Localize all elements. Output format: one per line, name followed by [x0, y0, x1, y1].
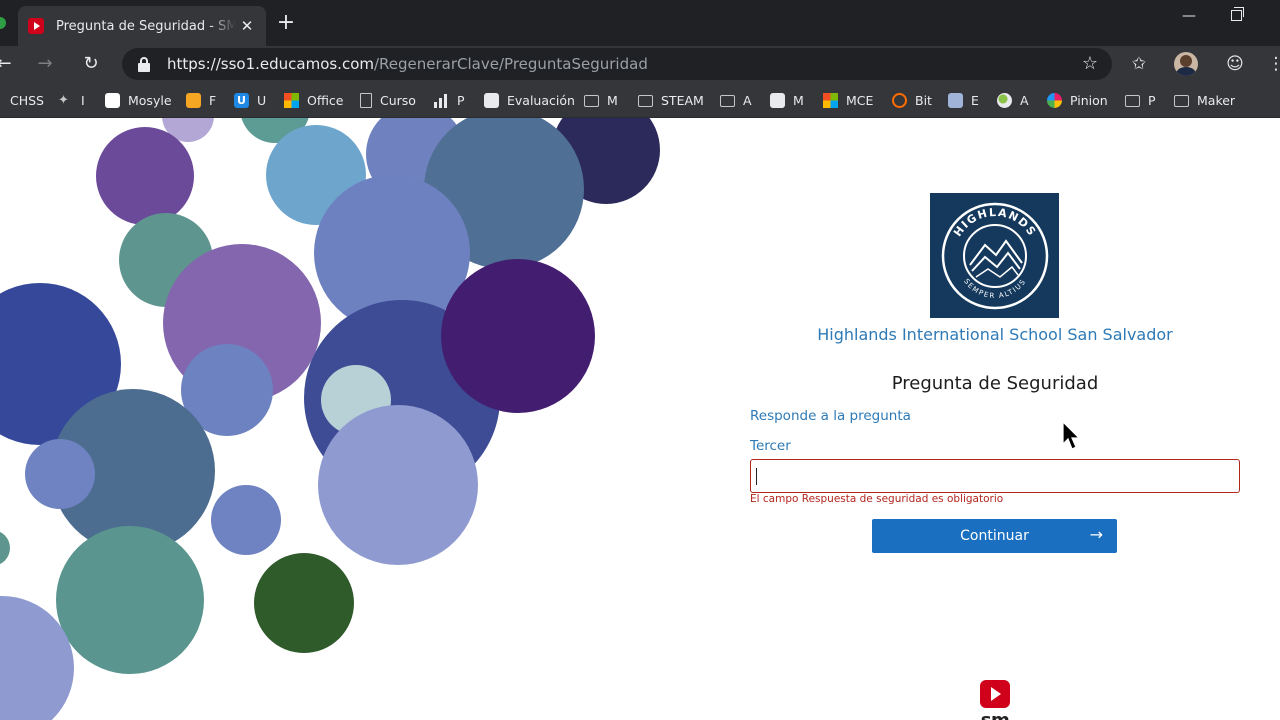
e-app-icon	[948, 92, 963, 108]
u-app-icon: U	[234, 92, 249, 108]
continue-button[interactable]: Continuar →	[872, 519, 1117, 553]
reload-icon[interactable]: ↻	[77, 50, 105, 78]
globe-icon	[997, 92, 1012, 108]
highlands-seal-icon: HIGHLANDS SEMPER ALTIUS	[941, 202, 1049, 310]
bookmark-u[interactable]: UU	[234, 91, 266, 109]
m-app-icon	[770, 92, 785, 108]
bookmark-curso[interactable]: Curso	[360, 91, 416, 109]
bookmark-folder-m[interactable]: M	[584, 91, 618, 109]
evaluation-icon	[484, 92, 499, 108]
bookmark-pinion[interactable]: Pinion	[1047, 91, 1108, 109]
page-title: Pregunta de Seguridad	[891, 373, 1099, 394]
favorites-list-icon[interactable]: ✩	[1125, 50, 1153, 78]
bookmark-folder-steam[interactable]: STEAM	[638, 91, 704, 109]
address-url[interactable]: https://sso1.educamos.com/RegenerarClave…	[167, 55, 648, 73]
decorative-bubbles-illustration	[0, 118, 660, 720]
pinion-icon	[1047, 92, 1062, 108]
question-prompt: Responde a la pregunta	[750, 408, 911, 424]
back-arrow-icon[interactable]: ←	[0, 50, 18, 78]
bookmark-mosyle[interactable]: Mosyle	[105, 91, 172, 109]
folder-icon	[584, 95, 599, 107]
lock-icon[interactable]	[138, 57, 150, 72]
folder-icon	[1125, 95, 1140, 107]
bookmark-folder-a[interactable]: A	[720, 91, 752, 109]
folder-icon	[638, 95, 653, 107]
school-name: Highlands International School San Salva…	[817, 325, 1173, 344]
browser-tab-bar: Pregunta de Seguridad - SM Educamos ✕ + …	[0, 0, 1280, 46]
svg-text:HIGHLANDS: HIGHLANDS	[951, 206, 1039, 239]
bookmark-folder-p[interactable]: P	[1125, 91, 1156, 109]
tab-close-icon[interactable]: ✕	[238, 17, 256, 35]
more-menu-icon[interactable]: ⋮	[1262, 50, 1280, 78]
sm-educamos-logo-icon	[980, 680, 1010, 708]
security-answer-input[interactable]	[750, 459, 1240, 493]
shield-icon: ✦	[58, 92, 69, 108]
bar-chart-icon	[434, 93, 449, 108]
text-caret	[756, 468, 757, 485]
arrow-right-icon: →	[1089, 525, 1103, 544]
mosyle-icon	[105, 92, 120, 108]
restore-window-icon[interactable]	[1231, 7, 1244, 21]
bookmark-f[interactable]: F	[186, 91, 216, 109]
continue-button-label: Continuar	[960, 528, 1029, 544]
bookmark-star-icon[interactable]: ☆	[1082, 53, 1098, 74]
minimize-window-icon[interactable]: —	[1182, 8, 1196, 24]
bookmark-e[interactable]: E	[948, 91, 979, 109]
forward-arrow-icon[interactable]: →	[31, 50, 59, 78]
sm-educamos-brand: sm educamos	[930, 710, 1060, 720]
svg-text:SEMPER ALTIUS: SEMPER ALTIUS	[962, 277, 1028, 300]
mouse-pointer-icon	[1062, 421, 1081, 450]
bookmark-p[interactable]: P	[434, 91, 465, 109]
validation-error: El campo Respuesta de seguridad es oblig…	[750, 493, 1004, 505]
bookmark-chss[interactable]: CHSS	[10, 91, 44, 109]
bookmark-folder-maker[interactable]: Maker	[1174, 91, 1235, 109]
browser-toolbar: ← → ↻ https://sso1.educamos.com/Regenera…	[0, 46, 1280, 82]
tab-title: Pregunta de Seguridad - SM Educamos	[56, 18, 236, 34]
feedback-smiley-icon[interactable]: ☺	[1221, 50, 1249, 78]
active-tab[interactable]: Pregunta de Seguridad - SM Educamos ✕	[18, 6, 266, 46]
page-content: HIGHLANDS SEMPER ALTIUS Highlands Intern…	[0, 118, 1280, 720]
address-bar[interactable]: https://sso1.educamos.com/RegenerarClave…	[122, 48, 1112, 80]
sm-educamos-favicon-icon	[28, 18, 44, 34]
microsoft-icon	[823, 92, 838, 108]
school-logo: HIGHLANDS SEMPER ALTIUS	[930, 193, 1059, 318]
new-tab-button[interactable]: +	[274, 10, 298, 35]
window-indicator-icon	[0, 17, 6, 29]
f-app-icon	[186, 92, 201, 108]
document-icon	[360, 92, 372, 108]
security-question-label: Tercer	[750, 438, 791, 454]
bookmark-bit[interactable]: Bit	[892, 91, 932, 109]
folder-icon	[1174, 95, 1189, 107]
bookmark-evaluacion[interactable]: Evaluación	[484, 91, 575, 109]
bookmark-a[interactable]: A	[997, 91, 1029, 109]
bookmark-office[interactable]: Office	[284, 91, 344, 109]
profile-avatar[interactable]	[1174, 52, 1198, 76]
bookmark-m[interactable]: M	[770, 91, 804, 109]
office-icon	[284, 92, 299, 108]
bookmark-mce[interactable]: MCE	[823, 91, 873, 109]
bookmark-i[interactable]: ✦ I	[58, 91, 85, 109]
bookmarks-bar: CHSS ✦ I Mosyle F UU Office Curso P Evalu…	[0, 82, 1280, 118]
folder-icon	[720, 95, 735, 107]
bit-icon	[892, 92, 907, 108]
